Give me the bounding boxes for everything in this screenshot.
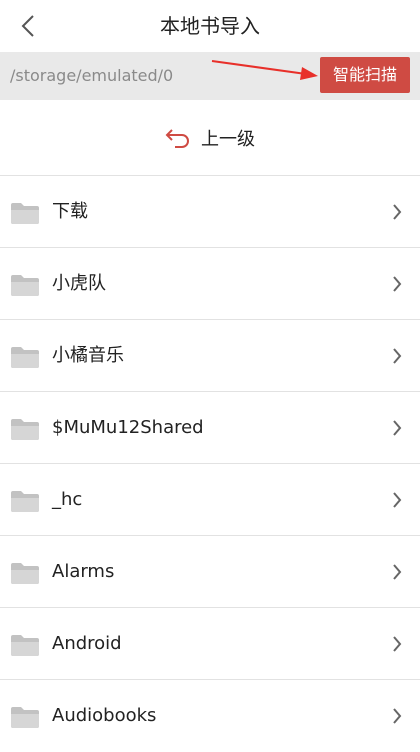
folder-icon — [11, 203, 39, 224]
parent-directory-label: 上一级 — [201, 128, 255, 150]
chevron-right-icon — [393, 276, 402, 292]
list-item[interactable]: _hc — [0, 464, 420, 536]
header-bar: 本地书导入 — [0, 0, 420, 52]
folder-name: Audiobooks — [52, 705, 157, 726]
chevron-right-icon — [393, 420, 402, 436]
folder-name: Android — [52, 633, 122, 654]
folder-icon — [11, 563, 39, 584]
folder-icon — [11, 275, 39, 296]
chevron-right-icon — [393, 492, 402, 508]
list-item[interactable]: 小虎队 — [0, 248, 420, 320]
folder-name: 小虎队 — [52, 273, 106, 294]
return-arrow-icon — [165, 128, 189, 148]
list-item[interactable]: 小橘音乐 — [0, 320, 420, 392]
current-path: /storage/emulated/0 — [10, 66, 174, 85]
folder-icon — [11, 419, 39, 440]
list-item[interactable]: 下载 — [0, 176, 420, 248]
folder-icon — [11, 707, 39, 728]
chevron-right-icon — [393, 348, 402, 364]
folder-icon — [11, 491, 39, 512]
list-item[interactable]: Audiobooks — [0, 680, 420, 752]
folder-name: 下载 — [52, 201, 88, 222]
folder-list: 下载 小虎队 小橘音乐 $MuMu12Shared _hc Alarms And… — [0, 176, 420, 752]
chevron-right-icon — [393, 204, 402, 220]
chevron-right-icon — [393, 708, 402, 724]
list-item[interactable]: Android — [0, 608, 420, 680]
smart-scan-button[interactable]: 智能扫描 — [320, 57, 410, 93]
folder-name: $MuMu12Shared — [52, 417, 204, 438]
folder-name: _hc — [52, 489, 83, 510]
chevron-right-icon — [393, 636, 402, 652]
list-item[interactable]: Alarms — [0, 536, 420, 608]
folder-icon — [11, 635, 39, 656]
folder-name: 小橘音乐 — [52, 345, 124, 366]
folder-name: Alarms — [52, 561, 115, 582]
chevron-right-icon — [393, 564, 402, 580]
parent-directory-button[interactable]: 上一级 — [0, 100, 420, 176]
annotation-arrow-icon — [211, 60, 318, 80]
page-title: 本地书导入 — [160, 14, 260, 38]
folder-icon — [11, 347, 39, 368]
list-item[interactable]: $MuMu12Shared — [0, 392, 420, 464]
